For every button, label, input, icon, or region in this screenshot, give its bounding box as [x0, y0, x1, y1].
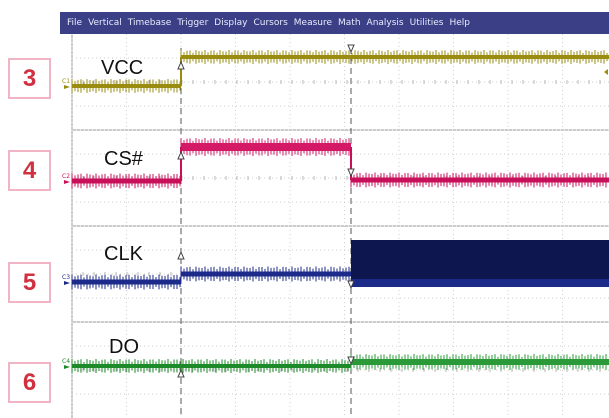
- label-clk: CLK: [104, 243, 143, 265]
- trigger-arrow-up-icon: [177, 250, 185, 260]
- trigger-arrow-up-icon: [177, 150, 185, 160]
- menu-timebase[interactable]: Timebase: [128, 18, 171, 28]
- channel-marker-icon: [64, 365, 70, 369]
- channel-marker-icon: [64, 281, 70, 285]
- waveform-display[interactable]: C1 C2 C3 C4: [60, 34, 609, 418]
- channel-marker: C2: [62, 173, 70, 180]
- channel-marker-icon: [64, 85, 70, 89]
- clk-active-base: [351, 279, 609, 287]
- menu-utilities[interactable]: Utilities: [410, 18, 444, 28]
- menu-bar: File Vertical Timebase Trigger Display C…: [60, 12, 609, 34]
- menu-math[interactable]: Math: [338, 18, 361, 28]
- channel-marker: C1: [62, 78, 70, 85]
- menu-measure[interactable]: Measure: [294, 18, 332, 28]
- menu-help[interactable]: Help: [450, 18, 471, 28]
- channel-badge-do: 6: [8, 362, 51, 403]
- label-cs: CS#: [104, 148, 143, 170]
- menu-vertical[interactable]: Vertical: [88, 18, 122, 28]
- channel-marker: C3: [62, 274, 70, 281]
- trigger-arrow-down-icon: [347, 168, 355, 178]
- channel-badge-vcc: 3: [8, 58, 51, 99]
- menu-display[interactable]: Display: [214, 18, 247, 28]
- trigger-arrow-up-icon: [177, 60, 185, 70]
- channel-marker-icon: [64, 180, 70, 184]
- label-do: DO: [109, 336, 139, 358]
- label-vcc: VCC: [101, 57, 144, 79]
- vcc-trace-high: [181, 55, 609, 59]
- level-marker-icon: [604, 69, 608, 75]
- channel-badge-cs: 4: [8, 150, 51, 191]
- channel-marker: C4: [62, 358, 70, 365]
- channel-badge-clk: 5: [8, 262, 51, 303]
- menu-analysis[interactable]: Analysis: [367, 18, 404, 28]
- menu-cursors[interactable]: Cursors: [253, 18, 287, 28]
- menu-file[interactable]: File: [67, 18, 82, 28]
- menu-trigger[interactable]: Trigger: [177, 18, 208, 28]
- waveform-canvas: C1 C2 C3 C4: [62, 34, 609, 418]
